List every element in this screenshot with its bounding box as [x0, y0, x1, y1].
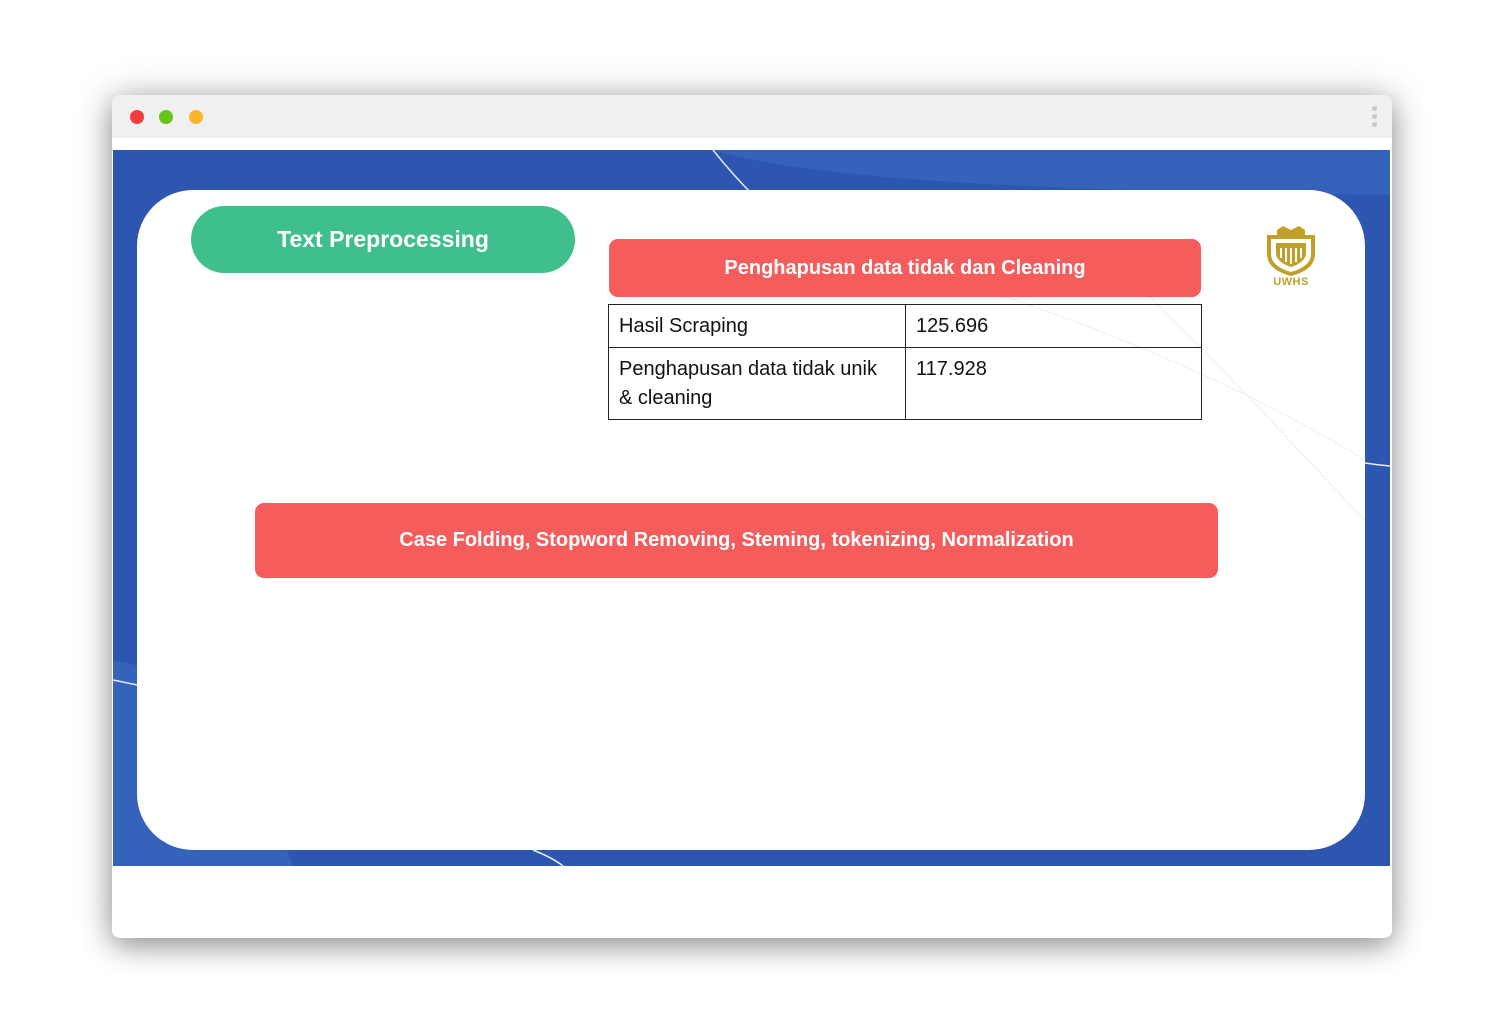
- steps-banner: Case Folding, Stopword Removing, Steming…: [255, 503, 1218, 578]
- table-cell-label: Hasil Scraping: [608, 304, 906, 348]
- uwhs-logo: UWHS: [1261, 226, 1321, 290]
- shield-crown-icon: [1267, 226, 1315, 277]
- logo-text: UWHS: [1273, 276, 1309, 288]
- slide-title: Text Preprocessing: [191, 206, 575, 273]
- results-table: Hasil Scraping 125.696 Penghapusan data …: [608, 304, 1202, 420]
- table-row: Hasil Scraping 125.696: [608, 304, 1202, 348]
- table-cell-label: Penghapusan data tidak unik & cleaning: [608, 347, 906, 420]
- close-window-button[interactable]: [130, 110, 144, 124]
- window-titlebar: [112, 95, 1392, 138]
- slide-content-panel: Text Preprocessing Penghapusan data tida…: [137, 190, 1365, 850]
- table-cell-value: 125.696: [905, 304, 1202, 348]
- browser-window: Text Preprocessing Penghapusan data tida…: [112, 95, 1392, 938]
- section-banner: Penghapusan data tidak dan Cleaning: [609, 239, 1201, 297]
- maximize-window-button[interactable]: [159, 110, 173, 124]
- table-row: Penghapusan data tidak unik & cleaning 1…: [608, 347, 1202, 420]
- more-options-icon[interactable]: [1370, 106, 1378, 130]
- presentation-slide: Text Preprocessing Penghapusan data tida…: [113, 150, 1390, 866]
- minimize-window-button[interactable]: [189, 110, 203, 124]
- table-cell-value: 117.928: [905, 347, 1202, 420]
